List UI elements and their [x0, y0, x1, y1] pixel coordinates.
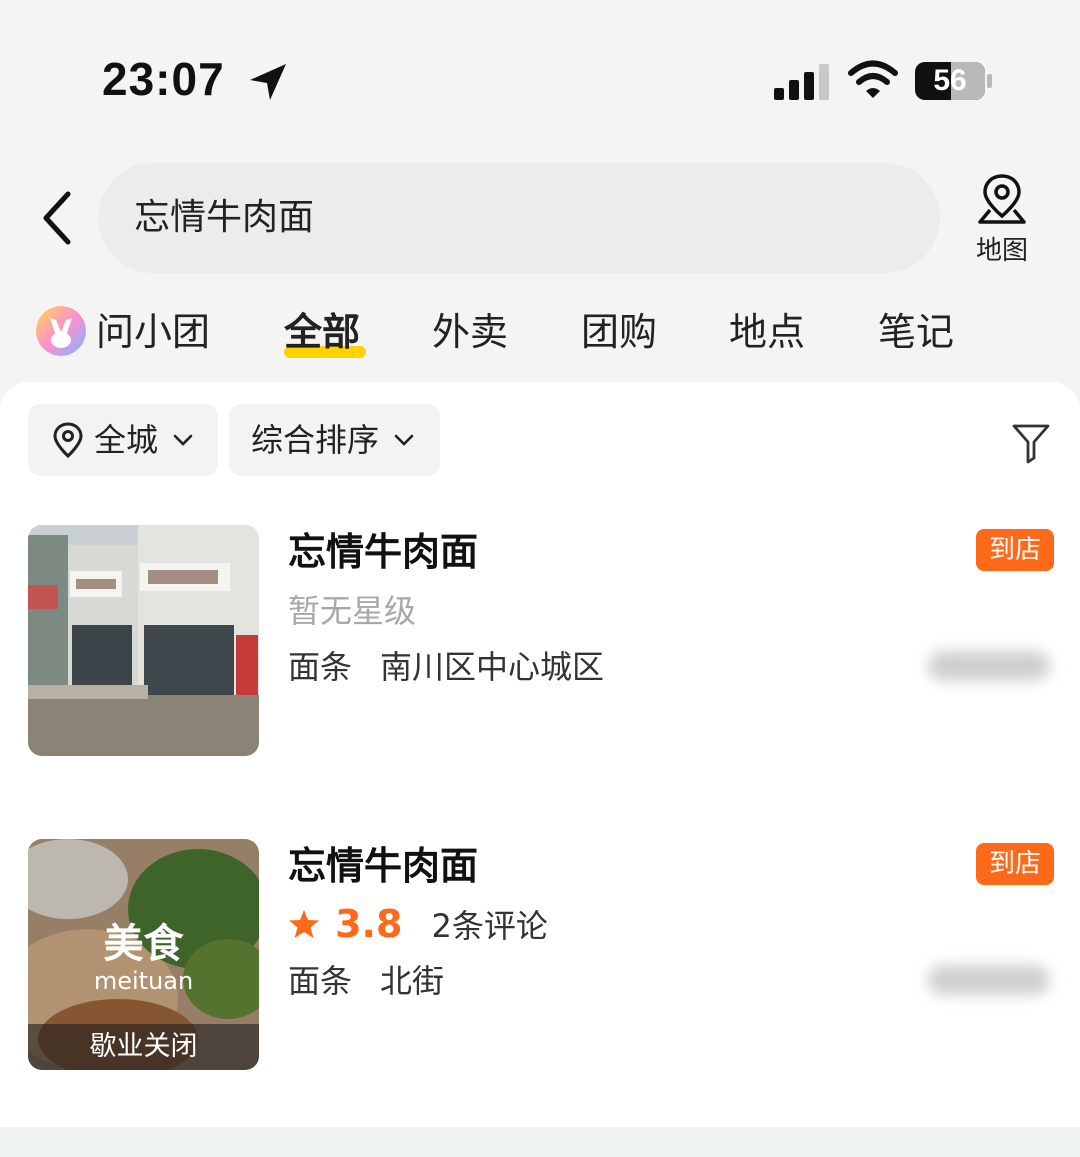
shop-district: 南川区中心城区	[380, 648, 605, 686]
shop-photo	[28, 525, 259, 756]
search-input[interactable]: 忘情牛肉面	[98, 163, 940, 273]
shop-storefront-image	[28, 525, 259, 756]
category-tabs: 问小团 全部 外卖 团购 地点 笔记	[0, 300, 1080, 370]
rating-line: 3.8 2条评论	[288, 899, 548, 957]
closed-status-banner: 歇业关闭	[28, 1024, 259, 1070]
bottom-divider	[0, 1127, 1080, 1157]
results-panel: 全城 综合排序 忘情牛肉面 到店 暂无星级 面条 南川区中心城区 美食 meit…	[0, 382, 1080, 1127]
shop-meta: 面条 南川区中心城区	[288, 645, 604, 689]
battery-level: 56	[933, 64, 967, 97]
distance-blurred	[928, 651, 1050, 681]
shop-meta: 面条 北街	[288, 959, 444, 1003]
shop-name: 忘情牛肉面	[288, 530, 479, 574]
in-store-badge: 到店	[976, 529, 1054, 571]
status-bar: 23:07 56	[0, 0, 1080, 150]
rating-score: 3.8	[335, 902, 403, 946]
shop-district: 北街	[380, 962, 445, 1000]
tab-places[interactable]: 地点	[729, 304, 805, 360]
placeholder-subtitle: meituan	[93, 967, 194, 995]
sort-filter-label: 综合排序	[251, 421, 380, 459]
shop-category: 面条	[288, 962, 353, 1000]
review-count: 2条评论	[431, 907, 548, 945]
tab-notes[interactable]: 笔记	[878, 304, 954, 360]
chevron-down-icon	[173, 434, 193, 446]
result-card[interactable]: 美食 meituan 歇业关闭 忘情牛肉面 到店 3.8 2条评论 面条 北街	[0, 839, 1080, 1079]
in-store-badge: 到店	[976, 843, 1054, 885]
shop-category: 面条	[288, 648, 353, 686]
tab-delivery[interactable]: 外卖	[432, 304, 508, 360]
area-filter-label: 全城	[94, 421, 159, 459]
search-query: 忘情牛肉面	[134, 197, 315, 238]
location-pin-icon	[53, 422, 83, 458]
shop-name: 忘情牛肉面	[288, 844, 479, 888]
tab-group-buy[interactable]: 团购	[581, 304, 657, 360]
status-time: 23:07	[102, 53, 225, 105]
rating-text: 暂无星级	[288, 592, 417, 630]
result-card[interactable]: 忘情牛肉面 到店 暂无星级 面条 南川区中心城区	[0, 525, 1080, 765]
sort-filter[interactable]: 综合排序	[229, 404, 440, 476]
area-filter[interactable]: 全城	[28, 404, 218, 476]
placeholder-title: 美食	[103, 921, 184, 967]
shop-photo: 美食 meituan 歇业关闭	[28, 839, 259, 1070]
wifi-icon	[848, 60, 898, 98]
chevron-down-icon	[394, 434, 414, 446]
map-label: 地图	[975, 236, 1028, 266]
tab-all[interactable]: 全部	[284, 304, 360, 360]
map-button[interactable]: 地图	[962, 172, 1042, 272]
back-icon[interactable]	[36, 188, 80, 248]
filter-icon[interactable]	[1010, 422, 1052, 464]
distance-blurred	[928, 965, 1050, 995]
ai-assistant-logo-icon[interactable]	[36, 306, 86, 356]
signal-icon	[774, 64, 829, 100]
tab-wen-xiao-tuan[interactable]: 问小团	[96, 304, 210, 360]
map-pin-icon	[978, 174, 1026, 224]
star-icon	[289, 910, 319, 938]
location-arrow-icon	[250, 64, 286, 100]
